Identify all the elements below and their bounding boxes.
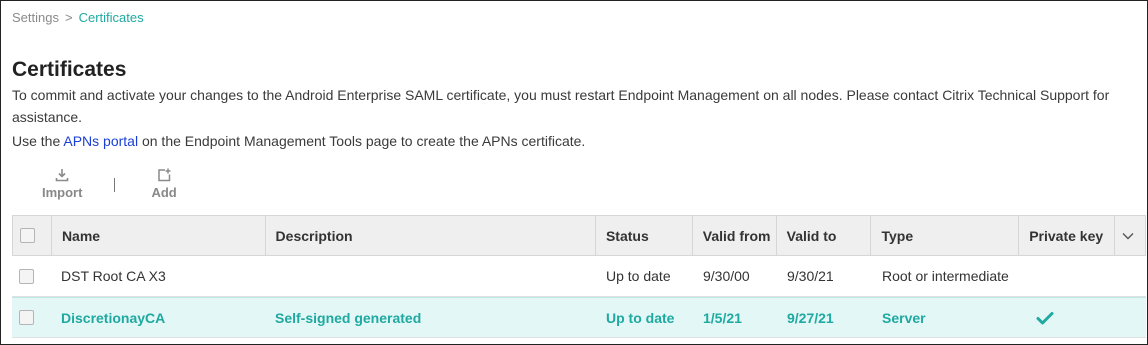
- breadcrumb: Settings > Certificates: [12, 10, 144, 25]
- column-header-valid-from[interactable]: Valid from: [693, 216, 777, 255]
- toolbar-divider: [114, 178, 116, 192]
- select-all-checkbox[interactable]: [20, 228, 35, 243]
- cell-name: DST Root CA X3: [61, 268, 166, 284]
- add-label: Add: [151, 185, 177, 200]
- cell-spacer: [1116, 256, 1146, 296]
- cell-valid-from: 9/30/00: [703, 268, 750, 284]
- apns-notice: Use the APNs portal on the Endpoint Mana…: [12, 130, 585, 152]
- column-header-name[interactable]: Name: [52, 216, 266, 255]
- table-row[interactable]: DST Root CA X3 Up to date 9/30/00 9/30/2…: [12, 256, 1146, 297]
- cell-private-key: [1020, 298, 1116, 337]
- apns-portal-link[interactable]: APNs portal: [63, 133, 138, 149]
- cell-valid-from: 1/5/21: [703, 309, 742, 326]
- add-button[interactable]: Add: [151, 168, 177, 200]
- cell-type: Root or intermediate: [882, 268, 1009, 284]
- cell-status: Up to date: [606, 268, 671, 284]
- header-select-cell: [13, 216, 52, 255]
- breadcrumb-settings-link[interactable]: Settings: [12, 10, 59, 25]
- column-header-status[interactable]: Status: [596, 216, 693, 255]
- restart-notice: To commit and activate your changes to t…: [12, 87, 1110, 125]
- chevron-down-icon: [1122, 232, 1134, 239]
- certificates-table: Name Description Status Valid from Valid…: [12, 215, 1146, 338]
- breadcrumb-current: Certificates: [78, 10, 144, 25]
- cell-private-key: [1020, 256, 1116, 296]
- import-icon: [55, 169, 69, 182]
- column-menu-button[interactable]: [1115, 216, 1145, 255]
- apns-notice-prefix: Use the: [12, 133, 64, 149]
- cell-name: DiscretionayCA: [61, 309, 166, 326]
- table-row-selected[interactable]: DiscretionayCA Self-signed generated Up …: [12, 297, 1146, 338]
- cell-status: Up to date: [606, 309, 675, 326]
- row-select-cell: [12, 298, 51, 337]
- cell-description: [265, 256, 596, 296]
- toolbar: Import Add: [42, 168, 177, 200]
- row-checkbox[interactable]: [19, 310, 34, 325]
- apns-notice-suffix: on the Endpoint Management Tools page to…: [138, 133, 586, 149]
- row-select-cell: [12, 256, 51, 296]
- cell-valid-to: 9/30/21: [787, 268, 834, 284]
- column-header-private-key[interactable]: Private key: [1019, 216, 1116, 255]
- checkmark-icon: [1036, 311, 1054, 324]
- table-header: Name Description Status Valid from Valid…: [12, 215, 1146, 256]
- cell-type: Server: [882, 309, 926, 326]
- cell-spacer: [1116, 298, 1146, 337]
- add-icon: [158, 168, 171, 182]
- column-header-description[interactable]: Description: [266, 216, 596, 255]
- column-header-type[interactable]: Type: [871, 216, 1020, 255]
- import-label: Import: [42, 185, 83, 200]
- column-header-valid-to[interactable]: Valid to: [777, 216, 872, 255]
- row-checkbox[interactable]: [19, 268, 34, 284]
- cell-description: Self-signed generated: [275, 309, 422, 326]
- cell-valid-to: 9/27/21: [787, 309, 834, 326]
- import-button[interactable]: Import: [42, 168, 82, 200]
- page-title: Certificates: [12, 58, 127, 81]
- breadcrumb-separator: >: [64, 10, 73, 25]
